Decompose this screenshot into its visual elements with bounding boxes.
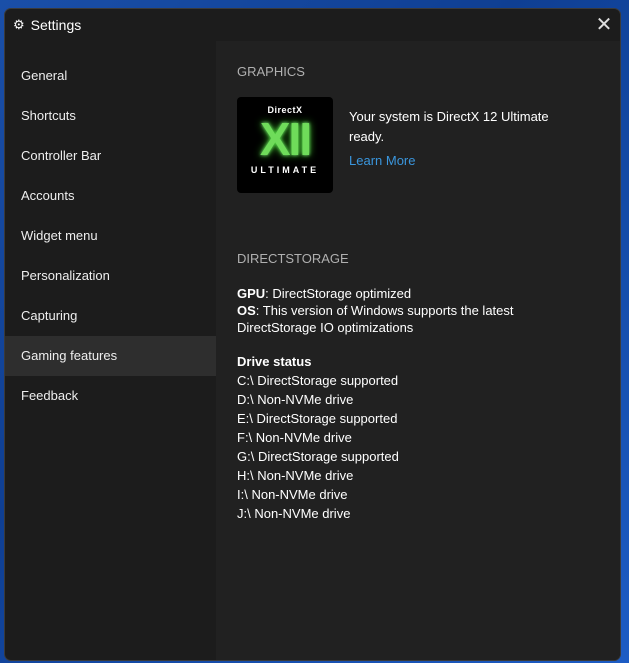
sidebar-item-capturing[interactable]: Capturing <box>5 296 216 336</box>
drive-item: I:\ Non-NVMe drive <box>237 487 348 502</box>
directstorage-heading: DIRECTSTORAGE <box>237 251 349 266</box>
directx-12-ultimate-logo: DirectX XII ULTIMATE <box>237 97 333 193</box>
drive-item: G:\ DirectStorage supported <box>237 449 399 464</box>
logo-text-bottom: ULTIMATE <box>250 165 320 175</box>
sidebar-item-gaming-features[interactable]: Gaming features <box>5 336 216 376</box>
sidebar-item-feedback[interactable]: Feedback <box>5 376 216 416</box>
sidebar-item-personalization[interactable]: Personalization <box>5 256 216 296</box>
sidebar-item-shortcuts[interactable]: Shortcuts <box>5 96 216 136</box>
content-panel: GRAPHICS DirectX XII ULTIMATE Your syste… <box>216 41 620 660</box>
gpu-value: : DirectStorage optimized <box>265 286 412 301</box>
drive-item: F:\ Non-NVMe drive <box>237 430 352 445</box>
sidebar: General Shortcuts Controller Bar Account… <box>5 56 216 416</box>
drive-item: H:\ Non-NVMe drive <box>237 468 354 483</box>
sidebar-item-accounts[interactable]: Accounts <box>5 176 216 216</box>
drive-item: C:\ DirectStorage supported <box>237 373 399 388</box>
sidebar-item-general[interactable]: General <box>5 56 216 96</box>
logo-text-mid: XII <box>259 113 312 165</box>
close-button[interactable]: ✕ <box>592 13 616 37</box>
gpu-label: GPU <box>237 286 266 301</box>
directx-status: Your system is DirectX 12 Ultimate ready… <box>349 109 549 144</box>
window-title: Settings <box>30 17 82 33</box>
drive-status-heading: Drive status <box>237 354 312 369</box>
sidebar-item-widget-menu[interactable]: Widget menu <box>5 216 216 256</box>
settings-window: ⚙ Settings ✕ General Shortcuts Controlle… <box>4 8 621 661</box>
os-label: OS <box>237 303 256 318</box>
drive-status-list: Drive status C:\ DirectStorage supported… <box>237 352 577 523</box>
sidebar-item-controller-bar[interactable]: Controller Bar <box>5 136 216 176</box>
title-bar: ⚙ Settings <box>13 17 81 33</box>
os-value: : This version of Windows supports the l… <box>237 303 514 335</box>
os-status: OS: This version of Windows supports the… <box>237 302 577 336</box>
drive-item: J:\ Non-NVMe drive <box>237 506 351 521</box>
directstorage-info: GPU: DirectStorage optimized OS: This ve… <box>237 285 577 523</box>
learn-more-link[interactable]: Learn More <box>349 151 569 171</box>
graphics-heading: GRAPHICS <box>237 64 305 79</box>
gpu-status: GPU: DirectStorage optimized <box>237 285 577 302</box>
drive-item: D:\ Non-NVMe drive <box>237 392 354 407</box>
drive-item: E:\ DirectStorage supported <box>237 411 398 426</box>
gear-icon: ⚙ <box>13 17 25 32</box>
